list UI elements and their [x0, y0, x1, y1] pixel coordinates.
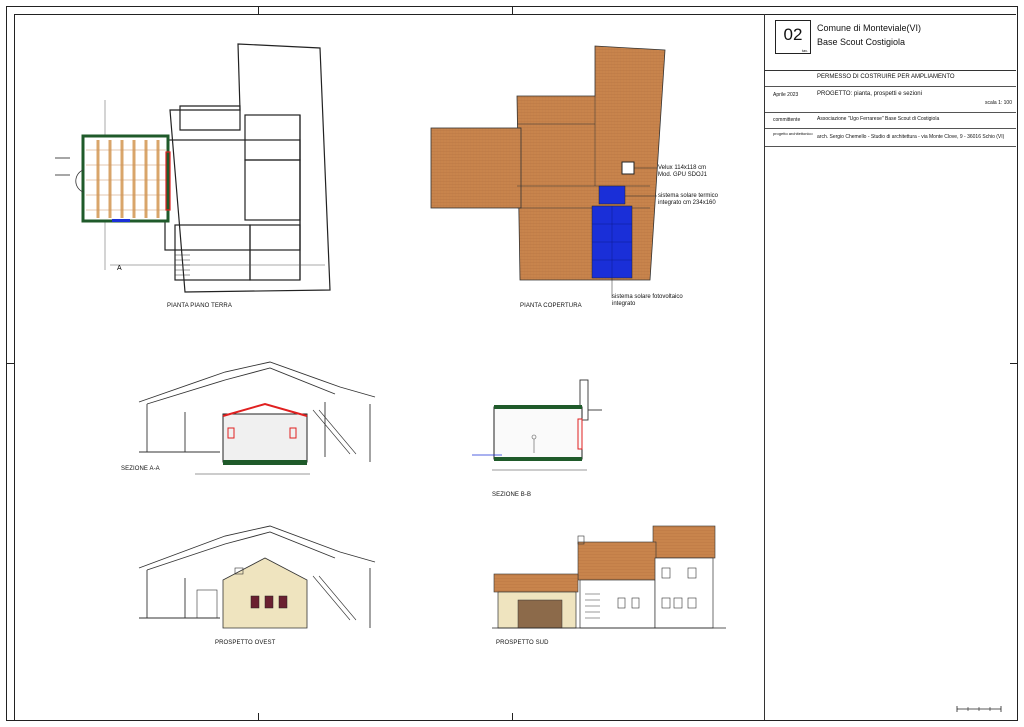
project-label: PROGETTO: pianta, prospetti e sezioni — [817, 91, 922, 97]
label-west-elevation: PROSPETTO OVEST — [215, 640, 276, 646]
label-section-aa: SEZIONE A-A — [121, 466, 160, 472]
annotation-velux-model: Mod. GPU SDOJ1 — [658, 172, 708, 178]
designer-name: arch. Sergio Chemello - Studio di archit… — [817, 134, 1005, 140]
permit-row: PERMESSO DI COSTRUIRE PER AMPLIAMENTO — [765, 70, 1016, 87]
designer-label: progetto architettonico — [773, 131, 813, 136]
ground-floor-plan: A — [55, 43, 331, 293]
frame-tick — [512, 6, 513, 14]
project-row: Aprile 2023 PROGETTO: pianta, prospetti … — [765, 86, 1016, 113]
label-roof-plan: PIANTA COPERTURA — [520, 303, 582, 309]
client-label: committente — [773, 117, 801, 123]
permit-text: PERMESSO DI COSTRUIRE PER AMPLIAMENTO — [817, 74, 955, 80]
inner-frame-left — [14, 14, 15, 720]
frame-tick — [6, 363, 14, 364]
frame-tick — [258, 713, 259, 721]
scale-bar — [956, 706, 1002, 712]
annotation-solar-thermal: sistema solare termico — [658, 193, 719, 199]
scale-text: scala 1: 100 — [985, 100, 1012, 106]
sheet-number: 02 — [783, 25, 803, 44]
annotation-pv: sistema solare fotovoltaico — [612, 294, 683, 300]
annotation-solar-thermal-size: integrato cm 234x160 — [658, 200, 716, 206]
frame-tick — [258, 6, 259, 14]
title-block: 02 tav. Comune di Monteviale(VI) Base Sc… — [764, 14, 1016, 720]
frame-tick — [512, 713, 513, 721]
client-name: Associazione "Ugo Ferrarese" Base Scout … — [817, 116, 940, 122]
annotation-pv-sub: integrato — [612, 301, 636, 307]
label-south-elevation: PROSPETTO SUD — [496, 640, 549, 646]
south-elevation — [492, 525, 726, 629]
annotation-velux: Velux 114x118 cm — [658, 165, 707, 171]
west-elevation — [138, 525, 376, 629]
sheet-sub: tav. — [801, 48, 808, 53]
client-row: committente Associazione "Ugo Ferrarese"… — [765, 112, 1016, 129]
section-mark-a: A — [117, 265, 122, 272]
site-name: Base Scout Costigiola — [817, 37, 906, 47]
date-label: Aprile 2023 — [773, 92, 799, 98]
section-bb — [472, 379, 602, 471]
sheet-number-box: 02 tav. — [775, 20, 811, 54]
section-aa — [138, 361, 376, 475]
label-section-bb: SEZIONE B-B — [492, 492, 532, 498]
municipality: Comune di Monteviale(VI) — [817, 23, 922, 33]
designer-row: progetto architettonico arch. Sergio Che… — [765, 128, 1016, 147]
title-row: 02 tav. Comune di Monteviale(VI) Base Sc… — [765, 14, 1016, 71]
label-ground-plan: PIANTA PIANO TERRA — [167, 303, 232, 309]
